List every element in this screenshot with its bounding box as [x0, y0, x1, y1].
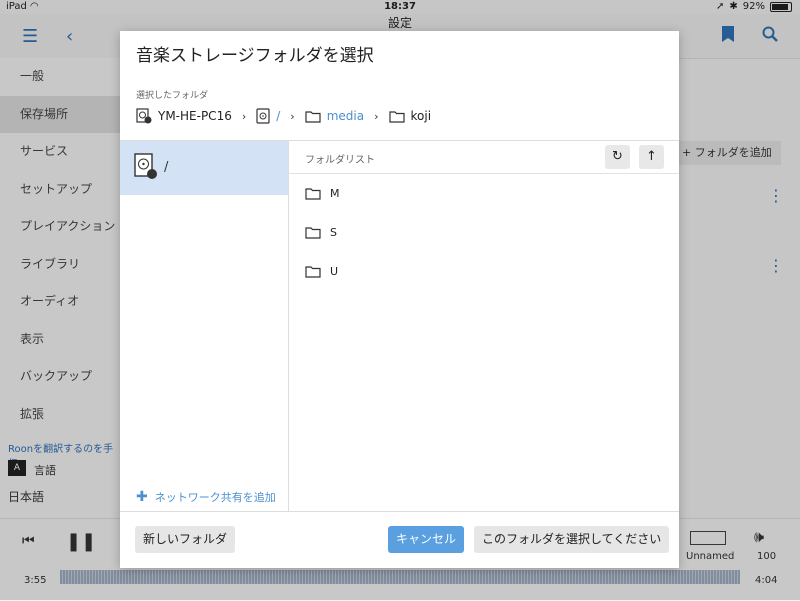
- folder-list-panel: フォルダリスト ↻ ↑ M S U: [289, 141, 679, 511]
- computer-drive-icon: [136, 108, 152, 124]
- folder-name: S: [330, 225, 337, 239]
- folder-list-item[interactable]: U: [305, 261, 338, 281]
- parent-folder-button[interactable]: ↑: [639, 145, 664, 169]
- plus-icon: ✚: [136, 489, 148, 505]
- browser-panels: / ✚ ネットワーク共有を追加 フォルダリスト ↻ ↑ M S U: [120, 140, 679, 512]
- breadcrumb-media[interactable]: media: [327, 109, 364, 123]
- folder-list-item[interactable]: S: [305, 222, 337, 242]
- add-network-share-button[interactable]: ✚ ネットワーク共有を追加: [136, 489, 288, 505]
- cancel-button[interactable]: キャンセル: [388, 526, 465, 553]
- breadcrumb-separator-icon: ›: [374, 109, 379, 123]
- folder-select-dialog: 音楽ストレージフォルダを選択 選択したフォルダ YM-HE-PC16 › / ›…: [120, 31, 679, 568]
- disk-icon: [256, 108, 270, 124]
- arrow-up-icon: ↑: [646, 149, 657, 164]
- root-location-item[interactable]: /: [120, 141, 288, 195]
- location-panel: / ✚ ネットワーク共有を追加: [120, 141, 289, 511]
- breadcrumb-separator-icon: ›: [241, 109, 247, 123]
- new-folder-button[interactable]: 新しいフォルダ: [135, 526, 236, 553]
- breadcrumb-koji: koji: [410, 109, 432, 123]
- breadcrumb-host[interactable]: YM-HE-PC16: [158, 109, 232, 123]
- root-location-label: /: [164, 160, 169, 175]
- add-network-share-label: ネットワーク共有を追加: [154, 491, 276, 504]
- computer-drive-icon: [134, 153, 158, 181]
- folder-name: U: [330, 264, 339, 278]
- folder-icon: [305, 226, 321, 239]
- folder-list-title: フォルダリスト: [305, 155, 375, 166]
- refresh-button[interactable]: ↻: [605, 145, 630, 169]
- breadcrumb-root[interactable]: /: [276, 109, 280, 123]
- refresh-icon: ↻: [612, 149, 623, 164]
- breadcrumb: YM-HE-PC16 › / › media › koji: [136, 107, 431, 125]
- folder-icon: [388, 110, 405, 123]
- breadcrumb-separator-icon: ›: [290, 109, 295, 123]
- selected-folder-label: 選択したフォルダ: [136, 91, 209, 101]
- folder-name: M: [330, 186, 340, 200]
- folder-icon: [305, 187, 321, 200]
- folder-icon: [305, 110, 321, 123]
- select-folder-button[interactable]: このフォルダを選択してください: [474, 526, 670, 553]
- folder-list-item[interactable]: M: [305, 183, 340, 203]
- folder-list-header: フォルダリスト ↻ ↑: [289, 141, 679, 174]
- folder-icon: [305, 265, 321, 278]
- dialog-title: 音楽ストレージフォルダを選択: [136, 46, 374, 66]
